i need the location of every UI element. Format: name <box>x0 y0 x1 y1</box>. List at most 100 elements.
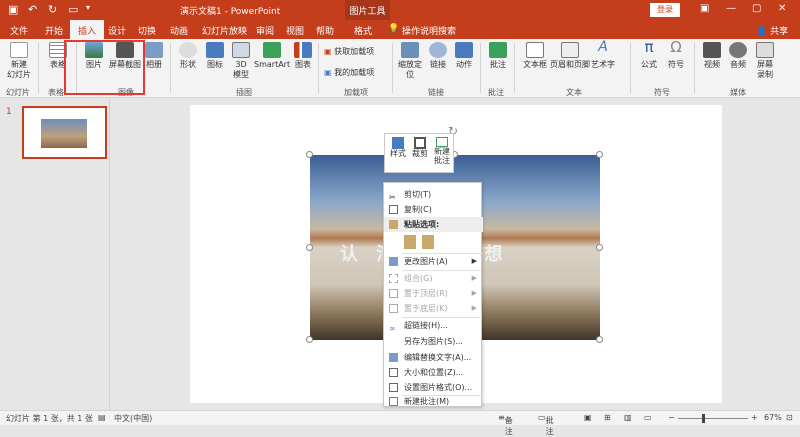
header-footer-button[interactable]: 页眉和页脚 <box>550 42 590 70</box>
video-button[interactable]: 视频 <box>700 42 724 70</box>
divider <box>480 43 481 93</box>
menu-item-change-picture[interactable]: 更改图片(A) ▶ <box>384 254 483 269</box>
equation-button[interactable]: π 公式 <box>636 38 662 70</box>
spell-check-icon[interactable]: ▤ <box>98 413 106 422</box>
album-button[interactable]: 相册 <box>142 42 166 70</box>
close-icon[interactable]: ✕ <box>778 3 786 14</box>
format-picture-icon <box>389 383 398 392</box>
resize-handle[interactable] <box>306 336 313 343</box>
chevron-down-icon[interactable]: ▾ <box>86 3 90 12</box>
maximize-icon[interactable]: ▢ <box>752 3 761 14</box>
zoom-level[interactable]: 67% <box>764 413 782 422</box>
smartart-button[interactable]: SmartArt <box>254 42 290 70</box>
tab-review[interactable]: 审阅 <box>256 24 274 37</box>
link-button[interactable]: 链接 <box>426 42 450 70</box>
language-status[interactable]: 中文(中国) <box>114 413 152 424</box>
shapes-button[interactable]: 形状 <box>174 42 202 70</box>
submenu-arrow-icon: ▶ <box>471 304 477 312</box>
notes-button[interactable]: ≡ 备注 <box>498 413 513 436</box>
resize-handle[interactable] <box>596 151 603 158</box>
menu-item-edit-alt-text[interactable]: 编辑替换文字(A)... <box>384 350 483 365</box>
my-addins-button[interactable]: ▣ 我的加载项 <box>324 68 374 78</box>
screen-record-button[interactable]: 屏幕 录制 <box>752 42 778 80</box>
resize-handle[interactable] <box>596 244 603 251</box>
new-slide-button[interactable]: 新建 幻灯片 <box>4 42 34 80</box>
video-label: 视频 <box>704 60 720 69</box>
screen-record-icon <box>756 42 774 58</box>
tab-design[interactable]: 设计 <box>108 24 126 37</box>
zoom-icon <box>401 42 419 58</box>
menu-item-new-comment[interactable]: 新建批注(M) <box>384 394 483 409</box>
size-position-label: 大小和位置(Z)... <box>404 368 464 377</box>
undo-icon[interactable]: ↶ <box>28 3 37 16</box>
redo-icon[interactable]: ↻ <box>48 3 57 16</box>
textbox-button[interactable]: 文本框 <box>520 42 550 70</box>
zoom-in-icon[interactable]: + <box>751 413 758 422</box>
save-icon[interactable]: ▣ <box>8 3 18 16</box>
3d-model-button[interactable]: 3D 模型 <box>228 42 254 80</box>
addins-icon: ▣ <box>324 68 335 77</box>
thumbnail-picture <box>41 119 87 148</box>
fit-to-window-icon[interactable]: ⊡ <box>786 413 793 422</box>
minimize-icon[interactable]: — <box>726 3 736 14</box>
omega-icon: Ω <box>670 38 682 56</box>
tab-transitions[interactable]: 切换 <box>138 24 156 37</box>
menu-item-format-picture[interactable]: 设置图片格式(O)... <box>384 380 483 395</box>
zoom-button[interactable]: 缩放定 位 <box>396 42 424 80</box>
star-icon <box>455 42 473 58</box>
slideshow-icon[interactable]: ▭ <box>644 413 652 422</box>
save-as-picture-label: 另存为图片(S)... <box>404 337 463 346</box>
menu-item-cut[interactable]: ✂ 剪切(T) <box>384 187 483 202</box>
menu-item-hyperlink[interactable]: ∞ 超链接(H)... <box>384 318 483 333</box>
zoom-out-icon[interactable]: − <box>668 413 675 422</box>
audio-button[interactable]: 音频 <box>726 42 750 70</box>
resize-handle[interactable] <box>596 336 603 343</box>
comment-button[interactable]: 批注 <box>486 42 510 70</box>
window-title: 演示文稿1 - PowerPoint <box>180 7 281 17</box>
send-back-label: 置于底层(K) <box>404 304 448 313</box>
smartart-icon <box>263 42 281 58</box>
menu-item-size-position[interactable]: 大小和位置(Z)... <box>384 365 483 380</box>
menu-item-copy[interactable]: 复制(C) <box>384 202 483 217</box>
ribbon-display-icon[interactable]: ▣ <box>700 3 709 14</box>
comment-icon <box>436 137 448 147</box>
style-button[interactable]: 样式 <box>388 137 408 158</box>
action-button[interactable]: 动作 <box>452 42 476 70</box>
paste-picture-icon[interactable] <box>422 235 434 249</box>
submenu-arrow-icon: ▶ <box>471 274 477 282</box>
slide-sorter-icon[interactable]: ⊞ <box>604 413 611 422</box>
tab-animations[interactable]: 动画 <box>170 24 188 37</box>
new-comment-mini-button[interactable]: 新建 批注 <box>432 137 452 165</box>
reading-view-icon[interactable]: ▥ <box>624 413 632 422</box>
share-label: 共享 <box>770 27 789 37</box>
tab-view[interactable]: 视图 <box>286 24 304 37</box>
crop-button[interactable]: 裁剪 <box>410 137 430 158</box>
paste-keep-format-icon[interactable] <box>404 235 416 249</box>
chart-button[interactable]: 图表 <box>292 42 314 70</box>
tab-help[interactable]: 帮助 <box>316 24 334 37</box>
symbol-label: 符号 <box>668 60 684 69</box>
zoom-slider[interactable] <box>678 418 748 419</box>
resize-handle[interactable] <box>306 244 313 251</box>
normal-view-icon[interactable]: ▣ <box>584 413 592 422</box>
share-button[interactable]: 👤 共享 <box>756 24 788 37</box>
zoom-slider-thumb[interactable] <box>702 414 705 423</box>
menu-item-save-as-picture[interactable]: 另存为图片(S)... <box>384 334 483 349</box>
tab-file[interactable]: 文件 <box>10 24 28 37</box>
tab-insert[interactable]: 插入 <box>70 20 105 39</box>
tell-me-search[interactable]: 操作说明搜索 <box>402 24 456 37</box>
wordart-button[interactable]: A 艺术字 <box>590 40 616 70</box>
start-from-beginning-icon[interactable]: ▭ <box>68 3 78 16</box>
tab-format[interactable]: 格式 <box>354 24 372 37</box>
comments-button[interactable]: ▭ 批注 <box>538 413 554 436</box>
icons-button[interactable]: 图标 <box>202 42 228 70</box>
get-addins-button[interactable]: ▣ 获取加载项 <box>324 47 374 57</box>
video-icon <box>703 42 721 58</box>
tab-slideshow[interactable]: 幻灯片放映 <box>202 24 247 37</box>
symbol-button[interactable]: Ω 符号 <box>664 38 688 70</box>
resize-handle[interactable] <box>306 151 313 158</box>
login-button[interactable]: 登录 <box>650 3 680 17</box>
tab-home[interactable]: 开始 <box>45 24 63 37</box>
chart-icon <box>294 42 312 58</box>
pi-icon: π <box>644 38 654 56</box>
